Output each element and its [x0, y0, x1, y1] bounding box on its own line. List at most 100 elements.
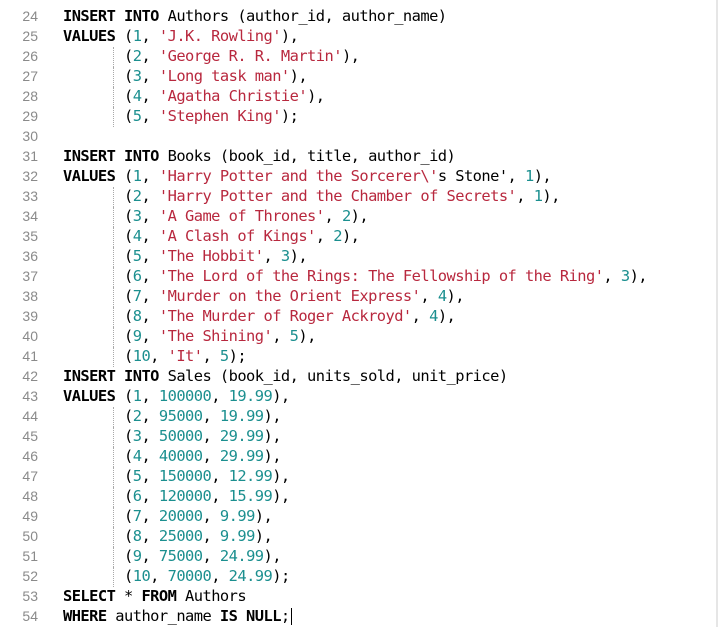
indent-guide: [113, 567, 114, 587]
sql-editor[interactable]: 24 INSERT INTO Authors (author_id, author…: [0, 0, 718, 627]
token-text: ,: [141, 447, 159, 465]
code-line[interactable]: 45 (3, 50000, 29.99),: [0, 426, 718, 447]
code-line[interactable]: 44 (2, 95000, 19.99),: [0, 406, 718, 427]
code-line[interactable]: 41 (10, 'It', 5);: [0, 346, 718, 367]
token-text: Books (book_id, title, author_id): [158, 147, 456, 165]
token-text: (: [115, 387, 133, 405]
token-text: (: [63, 347, 133, 365]
code-text: (2, 'Harry Potter and the Chamber of Sec…: [63, 187, 718, 207]
token-text: s Stone',: [437, 167, 525, 185]
code-text: (4, 40000, 29.99),: [63, 447, 718, 467]
indent-guide: [113, 507, 114, 527]
token-text: Authors: [176, 587, 247, 605]
code-line[interactable]: 37 (6, 'The Lord of the Rings: The Fello…: [0, 266, 718, 287]
token-text: (: [63, 87, 133, 105]
token-text: ,: [263, 247, 281, 265]
line-number: 37: [22, 268, 38, 284]
token-keyword: VALUES: [63, 167, 116, 185]
token-text: ,: [141, 187, 159, 205]
code-line[interactable]: 46 (4, 40000, 29.99),: [0, 446, 718, 467]
code-line[interactable]: 42 INSERT INTO Sales (book_id, units_sold…: [0, 366, 718, 386]
token-text: (: [63, 187, 133, 205]
token-text: ),: [289, 67, 308, 85]
token-text: ),: [307, 87, 325, 105]
line-number: 35: [22, 228, 38, 244]
token-text: ,: [141, 47, 159, 65]
token-text: (: [63, 287, 133, 305]
line-number: 53: [22, 588, 38, 604]
token-text: ),: [254, 507, 273, 525]
code-line[interactable]: 33 (2, 'Harry Potter and the Chamber of …: [0, 186, 718, 207]
indent-guide: [113, 267, 114, 287]
code-line[interactable]: 36 (5, 'The Hobbit', 3),: [0, 246, 718, 267]
token-text: ,: [141, 27, 159, 45]
token-number: 9.99: [219, 507, 255, 525]
token-text: ,: [202, 347, 220, 365]
token-number: 3: [620, 267, 630, 285]
token-text: ,: [603, 267, 621, 285]
code-line[interactable]: 40 (9, 'The Shining', 5),: [0, 326, 718, 347]
token-number: 12.99: [228, 467, 273, 485]
line-number: 42: [22, 368, 38, 384]
token-text: ,: [141, 247, 159, 265]
code-line[interactable]: 54 WHERE author_name IS NULL;: [0, 606, 718, 626]
token-text: ,: [141, 307, 159, 325]
token-text: ,: [141, 167, 159, 185]
code-text: (10, 'It', 5);: [63, 347, 718, 367]
code-line[interactable]: 32 VALUES (1, 'Harry Potter and the Sorce…: [0, 166, 718, 186]
code-line[interactable]: 50 (8, 25000, 9.99),: [0, 526, 718, 547]
code-line[interactable]: 49 (7, 20000, 9.99),: [0, 506, 718, 527]
indent-guide: [113, 287, 114, 307]
code-line[interactable]: 35 (4, 'A Clash of Kings', 2),: [0, 226, 718, 247]
code-line[interactable]: 29 (5, 'Stephen King');: [0, 106, 718, 127]
line-number: 32: [22, 168, 38, 184]
code-text: (8, 25000, 9.99),: [63, 527, 718, 547]
token-text: ),: [272, 467, 290, 485]
token-text: Authors (author_id, author_name): [158, 7, 447, 25]
code-line[interactable]: 48 (6, 120000, 15.99),: [0, 486, 718, 507]
code-line[interactable]: 27 (3, 'Long task man'),: [0, 66, 718, 87]
code-line[interactable]: 25 VALUES (1, 'J.K. Rowling'),: [0, 26, 718, 46]
code-line[interactable]: 39 (8, 'The Murder of Roger Ackroyd', 4)…: [0, 306, 718, 327]
code-line[interactable]: 31 INSERT INTO Books (book_id, title, aut…: [0, 146, 718, 166]
indent-guide: [113, 187, 114, 207]
token-number: 75000: [158, 547, 203, 565]
token-text: ),: [341, 47, 360, 65]
indent-guide: [113, 327, 114, 347]
token-text: ,: [315, 227, 334, 245]
code-text: (9, 75000, 24.99),: [63, 547, 718, 567]
token-text: (: [63, 547, 133, 565]
code-line[interactable]: 30: [0, 126, 718, 146]
code-text: SELECT * FROM Authors: [63, 587, 718, 605]
code-line[interactable]: 26 (2, 'George R. R. Martin'),: [0, 46, 718, 67]
line-number: 25: [22, 28, 38, 44]
token-string: 'George R. R. Martin': [158, 47, 343, 65]
code-line[interactable]: 52 (10, 70000, 24.99);: [0, 566, 718, 587]
token-text: ,: [150, 567, 168, 585]
token-text: ,: [141, 67, 159, 85]
code-line[interactable]: 34 (3, 'A Game of Thrones', 2),: [0, 206, 718, 227]
token-text: );: [272, 567, 290, 585]
code-line[interactable]: 24 INSERT INTO Authors (author_id, author…: [0, 6, 718, 26]
code-line[interactable]: 43 VALUES (1, 100000, 19.99),: [0, 386, 718, 406]
token-text: ,: [141, 507, 159, 525]
token-text: ,: [141, 227, 159, 245]
token-text: ),: [272, 487, 290, 505]
token-number: 50000: [158, 427, 203, 445]
code-line[interactable]: 47 (5, 150000, 12.99),: [0, 466, 718, 487]
token-text: ,: [411, 307, 430, 325]
line-number: 54: [22, 608, 38, 624]
token-keyword: VALUES: [63, 387, 116, 405]
code-line[interactable]: 51 (9, 75000, 24.99),: [0, 546, 718, 567]
token-string: 'The Shining': [158, 327, 273, 345]
token-text: ,: [141, 387, 159, 405]
token-text: ,: [420, 287, 438, 305]
line-number: 40: [22, 328, 38, 344]
token-text: (: [63, 307, 133, 325]
token-text: ,: [141, 427, 159, 445]
code-line[interactable]: 28 (4, 'Agatha Christie'),: [0, 86, 718, 107]
token-text: (: [63, 67, 133, 85]
code-line[interactable]: 38 (7, 'Murder on the Orient Express', 4…: [0, 286, 718, 307]
code-line[interactable]: 53 SELECT * FROM Authors: [0, 586, 718, 606]
code-text: VALUES (1, 100000, 19.99),: [63, 387, 718, 405]
